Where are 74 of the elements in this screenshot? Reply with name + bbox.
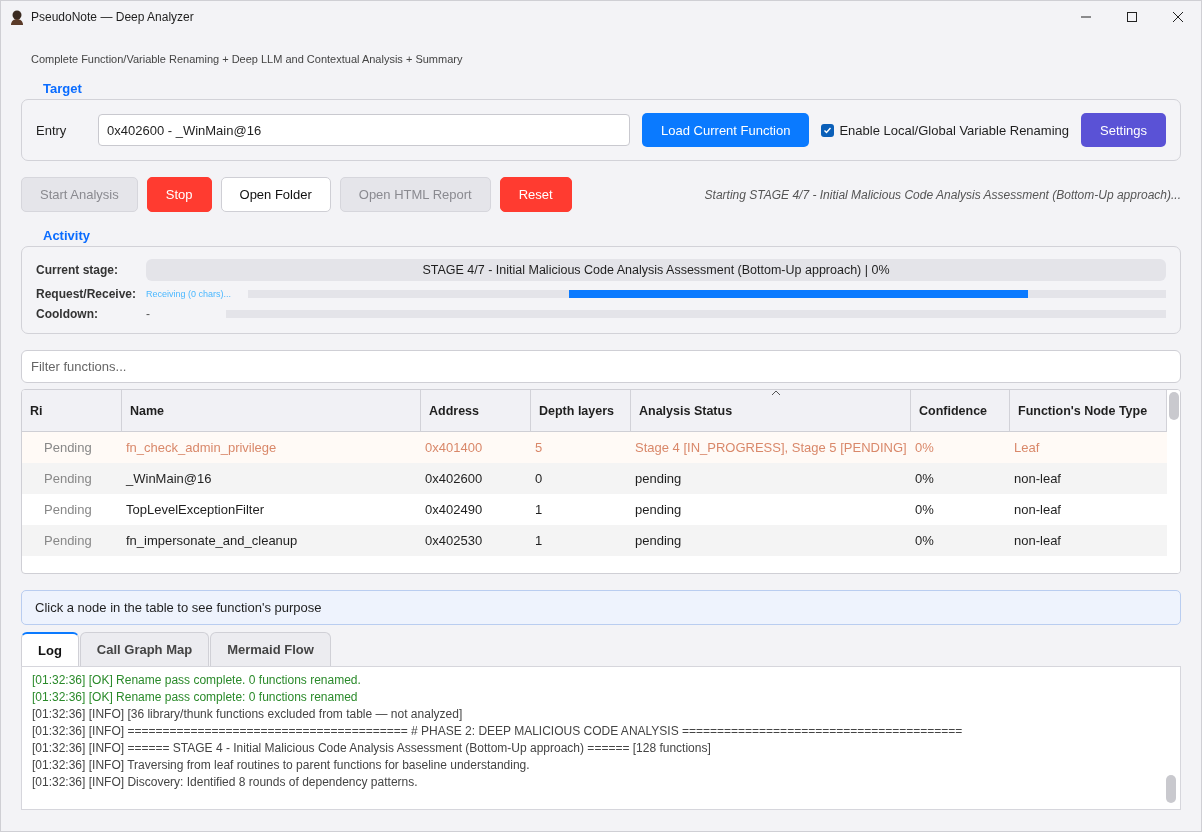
filter-field[interactable]: Filter functions... — [21, 350, 1181, 383]
entry-field[interactable]: 0x402600 - _WinMain@16 — [98, 114, 631, 146]
table-cell-text: pending — [634, 532, 683, 550]
column-header[interactable]: Confidence — [911, 390, 1010, 432]
table-cell-text: 0% — [914, 501, 935, 519]
table-cell-text: 0% — [914, 532, 935, 550]
stage-text: STAGE 4/7 - Initial Malicious Code Analysis Assessment (Bottom-Up approach) | 0% — [422, 263, 890, 277]
table-row[interactable]: Pending fn_check_admin_privilege 0x401400 5 Stage 4 [IN_PROGRESS], Stage 5 [PENDING] 0% Leaf — [22, 432, 1167, 463]
table-cell-text: 5 — [534, 439, 544, 457]
subtitle: Complete Function/Variable Renaming + Deep LLM and Contextual Analysis + Summary — [31, 53, 464, 65]
info-bar: Click a node in the table to see function's purpose — [21, 590, 1181, 625]
log-line: [01:32:36] [OK] Rename pass complete. 0 functions renamed. — [32, 673, 362, 688]
action-button[interactable]: Stop — [146, 177, 212, 212]
column-header[interactable]: Depth layers — [531, 390, 631, 432]
table-cell-text: 1 — [534, 501, 544, 519]
stage-label: Current stage: — [36, 263, 119, 277]
log-line: [01:32:36] [OK] Rename pass complete: 0 functions renamed — [32, 690, 359, 705]
section-title: Target — [43, 81, 83, 96]
table-cell-text: Leaf — [1013, 439, 1041, 457]
log-line: [01:32:36] [INFO] ======================================== # PHASE 2: DEEP MALICIOUS CODE ANALYSIS ======================================== — [32, 724, 964, 739]
column-header[interactable]: Name — [122, 390, 421, 432]
status-message: Starting STAGE 4/7 - Initial Malicious Code Analysis Assessment (Bottom-Up approach)... — [704, 187, 1181, 202]
table-cell-text: Pending — [43, 501, 93, 519]
tab[interactable]: Call Graph Map — [79, 632, 210, 666]
table-cell-text: 0x402600 — [424, 470, 484, 488]
table-cell-text: 0 — [534, 470, 544, 488]
table-cell-text: fn_check_admin_privilege — [125, 439, 278, 457]
load-function-button[interactable]: Load Current Function — [642, 113, 810, 147]
table-cell-text: Pending — [43, 532, 93, 550]
checkbox-icon[interactable] — [821, 123, 835, 137]
scrollbar-thumb[interactable] — [1168, 392, 1179, 420]
log-line: [01:32:36] [INFO] [36 library/thunk functions excluded from table — not analyzed] — [32, 707, 464, 722]
column-header[interactable]: Function's Node Type — [1010, 390, 1167, 432]
table-cell-text: _WinMain@16 — [124, 470, 213, 488]
table-cell-text: pending — [634, 470, 683, 488]
table-cell-text: non-leaf — [1013, 470, 1062, 488]
scrollbar-thumb[interactable] — [1166, 775, 1176, 803]
table-cell-text: non-leaf — [1013, 532, 1062, 550]
rename-checkbox[interactable]: Enable Local/Global Variable Renaming — [821, 122, 1069, 138]
table-row[interactable]: Pending TopLevelExceptionFilter 0x402490 1 pending 0% non-leaf — [22, 494, 1167, 525]
log-line: [01:32:36] [INFO] Traversing from leaf routines to parent functions for baseline understanding. — [32, 758, 531, 773]
table-cell-text: Pending — [43, 470, 93, 488]
table-cell-text: 0x401400 — [424, 439, 484, 457]
table-cell-text: Pending — [43, 439, 93, 457]
request-label: Request/Receive: — [36, 287, 138, 301]
table-cell-text: pending — [634, 501, 683, 519]
table-cell-text: TopLevelExceptionFilter — [125, 501, 266, 519]
request-reading: Receiving (0 chars)... — [146, 289, 233, 299]
action-button[interactable]: Reset — [499, 177, 572, 212]
table-cell-text: 0x402530 — [424, 532, 484, 550]
action-button[interactable]: Open Folder — [220, 177, 331, 212]
table-cell-text: 0x402490 — [424, 501, 484, 519]
settings-button[interactable]: Settings — [1081, 113, 1166, 147]
tab[interactable]: Mermaid Flow — [210, 632, 331, 666]
entry-label: Entry — [36, 122, 68, 138]
table-cell-text: 0% — [914, 439, 935, 457]
column-header[interactable]: Analysis Status — [631, 390, 911, 432]
column-header[interactable]: Ri — [22, 390, 122, 432]
cooldown-label: Cooldown: — [36, 307, 99, 321]
table-cell-text: 0% — [914, 470, 935, 488]
tab[interactable]: Log — [21, 632, 79, 666]
log-line: [01:32:36] [INFO] ====== STAGE 4 - Initial Malicious Code Analysis Assessment (Bottom-Up approach) ====== [128 functions] — [32, 741, 712, 756]
table-row[interactable]: Pending _WinMain@16 0x402600 0 pending 0% non-leaf — [22, 463, 1167, 494]
log-line: [01:32:36] [INFO] Discovery: Identified 8 rounds of dependency patterns. — [32, 775, 419, 790]
table-cell-text: 1 — [534, 532, 544, 550]
table-row[interactable]: Pending fn_impersonate_and_cleanup 0x402530 1 pending 0% non-leaf — [22, 525, 1167, 556]
table-cell-text: fn_impersonate_and_cleanup — [125, 532, 299, 550]
table-cell-text: Stage 4 [IN_PROGRESS], Stage 5 [PENDING] — [634, 439, 908, 457]
window-title: PseudoNote — Deep Analyzer — [31, 9, 194, 24]
app-icon — [9, 8, 25, 25]
table-cell-text: non-leaf — [1013, 501, 1062, 519]
section-title: Activity — [43, 228, 91, 243]
column-header[interactable]: Address — [421, 390, 531, 432]
cooldown-reading: - — [146, 307, 151, 321]
